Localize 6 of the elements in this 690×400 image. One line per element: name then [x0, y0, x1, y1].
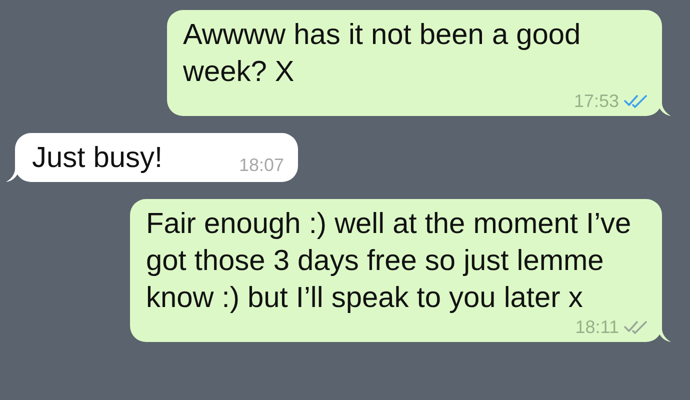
message-time: 18:11 [575, 317, 619, 337]
message-text: Awwww has it not been a good week? X [183, 18, 582, 90]
message-text: Fair enough :) well at the moment I’ve got those 3 days free so just lemme know :) but I’ll speak to you later x [146, 207, 632, 316]
message-text: Just busy! [32, 141, 163, 176]
message-time: 18:07 [238, 155, 284, 175]
message-time: 17:53 [574, 91, 619, 111]
